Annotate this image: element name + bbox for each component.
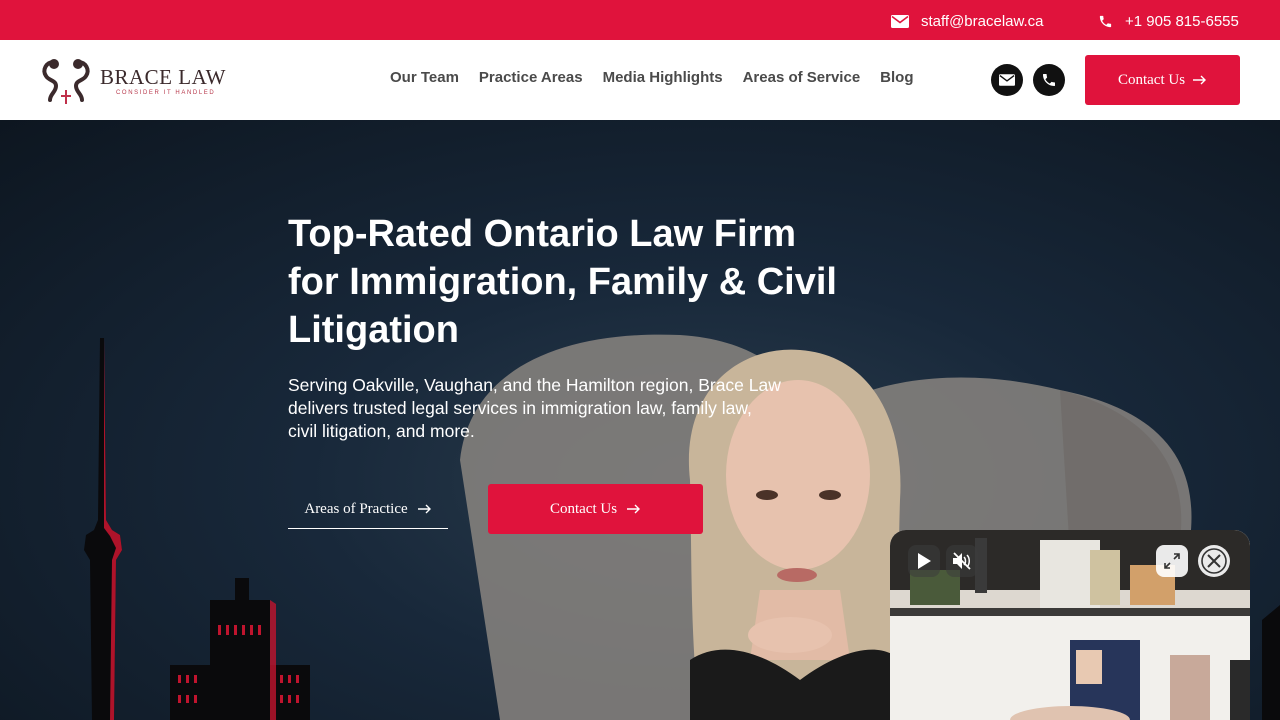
top-email-link[interactable]: staff@bracelaw.ca xyxy=(891,11,1044,31)
video-play-button[interactable] xyxy=(908,545,940,577)
hero-contact-label: Contact Us xyxy=(549,500,618,517)
logo-name: BRACE LAW xyxy=(100,65,226,89)
video-close-button[interactable] xyxy=(1198,545,1230,577)
hero-contact-button[interactable]: Contact Us xyxy=(488,484,703,534)
mute-icon xyxy=(953,552,971,570)
top-email-text: staff@bracelaw.ca xyxy=(921,12,1044,30)
header-phone-button[interactable] xyxy=(1033,64,1065,96)
areas-of-practice-label: Areas of Practice xyxy=(304,500,408,517)
video-popup[interactable] xyxy=(890,530,1250,720)
top-bar: staff@bracelaw.ca +1 905 815-6555 xyxy=(0,0,1280,40)
phone-icon xyxy=(1099,15,1112,27)
header-contact-button[interactable]: Contact Us xyxy=(1085,55,1240,105)
main-nav: Our Team Practice Areas Media Highlights… xyxy=(390,69,914,86)
expand-icon xyxy=(1164,553,1180,569)
top-phone-link[interactable]: +1 905 815-6555 xyxy=(1098,11,1239,31)
hero-subtitle: Serving Oakville, Vaughan, and the Hamil… xyxy=(288,375,781,441)
site-header: BRACE LAW CONSIDER IT HANDLED Our Team P… xyxy=(0,40,1280,120)
phone-icon xyxy=(1043,74,1055,86)
areas-of-practice-button[interactable]: Areas of Practice xyxy=(288,490,448,529)
play-icon xyxy=(918,553,931,569)
brand-logo[interactable]: BRACE LAW CONSIDER IT HANDLED xyxy=(40,56,230,106)
nav-our-team[interactable]: Our Team xyxy=(390,69,459,86)
arrow-right-icon xyxy=(1193,75,1207,85)
logo-tagline: CONSIDER IT HANDLED xyxy=(116,90,216,96)
hero-title: Top-Rated Ontario Law Firm for Immigrati… xyxy=(288,213,837,351)
video-thumbnail xyxy=(890,530,1250,720)
video-mute-button[interactable] xyxy=(946,545,978,577)
header-contact-label: Contact Us xyxy=(1117,71,1186,88)
envelope-icon xyxy=(999,74,1015,86)
video-expand-button[interactable] xyxy=(1156,545,1188,577)
header-email-button[interactable] xyxy=(991,64,1023,96)
nav-areas-of-service[interactable]: Areas of Service xyxy=(743,69,861,86)
nav-media-highlights[interactable]: Media Highlights xyxy=(603,69,723,86)
nav-practice-areas[interactable]: Practice Areas xyxy=(479,69,583,86)
arrow-right-icon xyxy=(627,504,641,514)
close-icon xyxy=(1201,548,1227,574)
nav-blog[interactable]: Blog xyxy=(880,69,913,86)
seahorse-emblem-icon xyxy=(42,59,90,104)
envelope-icon xyxy=(891,14,909,28)
arrow-right-icon xyxy=(417,504,431,514)
top-phone-text: +1 905 815-6555 xyxy=(1125,12,1239,30)
